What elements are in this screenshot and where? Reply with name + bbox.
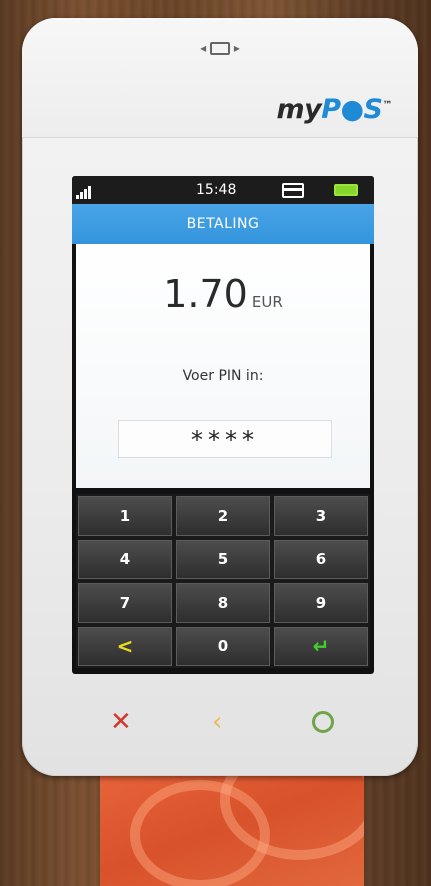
key-5[interactable]: 5 xyxy=(176,539,270,579)
pin-input[interactable]: **** xyxy=(118,420,332,458)
key-3[interactable]: 3 xyxy=(274,496,368,536)
cancel-button[interactable]: ✕ xyxy=(110,708,132,736)
brand-logo: myP●S™ xyxy=(276,94,392,125)
keypad: 1 2 3 4 5 6 7 8 9 < 0 ↵ xyxy=(76,494,370,668)
ok-button[interactable] xyxy=(312,711,334,733)
key-4[interactable]: 4 xyxy=(78,539,172,579)
card-icon xyxy=(282,183,304,198)
pin-prompt: Voer PIN in: xyxy=(182,368,264,384)
status-time: 15:48 xyxy=(196,182,237,198)
status-bar: 15:48 xyxy=(72,176,374,204)
key-7[interactable]: 7 xyxy=(78,583,172,623)
back-key[interactable]: < xyxy=(78,626,172,666)
amount-currency: EUR xyxy=(251,293,283,311)
payment-card xyxy=(100,770,364,886)
terminal-top-panel: ◂ ▸ myP●S™ xyxy=(22,18,418,138)
page-title: BETALING xyxy=(72,204,374,244)
terminal-screen: 15:48 BETALING 1.70 EUR Voer PIN in: ****… xyxy=(72,176,374,674)
key-6[interactable]: 6 xyxy=(274,539,368,579)
key-8[interactable]: 8 xyxy=(176,583,270,623)
clear-button[interactable]: ‹ xyxy=(212,708,222,736)
payment-panel: 1.70 EUR Voer PIN in: **** xyxy=(76,244,370,488)
key-1[interactable]: 1 xyxy=(78,496,172,536)
key-9[interactable]: 9 xyxy=(274,583,368,623)
hardware-buttons: ✕ ‹ xyxy=(22,708,418,738)
amount-value: 1.70 xyxy=(163,272,248,316)
key-2[interactable]: 2 xyxy=(176,496,270,536)
battery-icon xyxy=(334,184,358,196)
card-insert-icon: ◂ ▸ xyxy=(200,41,240,55)
key-0[interactable]: 0 xyxy=(176,626,270,666)
enter-key[interactable]: ↵ xyxy=(274,626,368,666)
amount-display: 1.70 EUR xyxy=(76,272,370,316)
signal-bars-icon xyxy=(76,185,96,199)
